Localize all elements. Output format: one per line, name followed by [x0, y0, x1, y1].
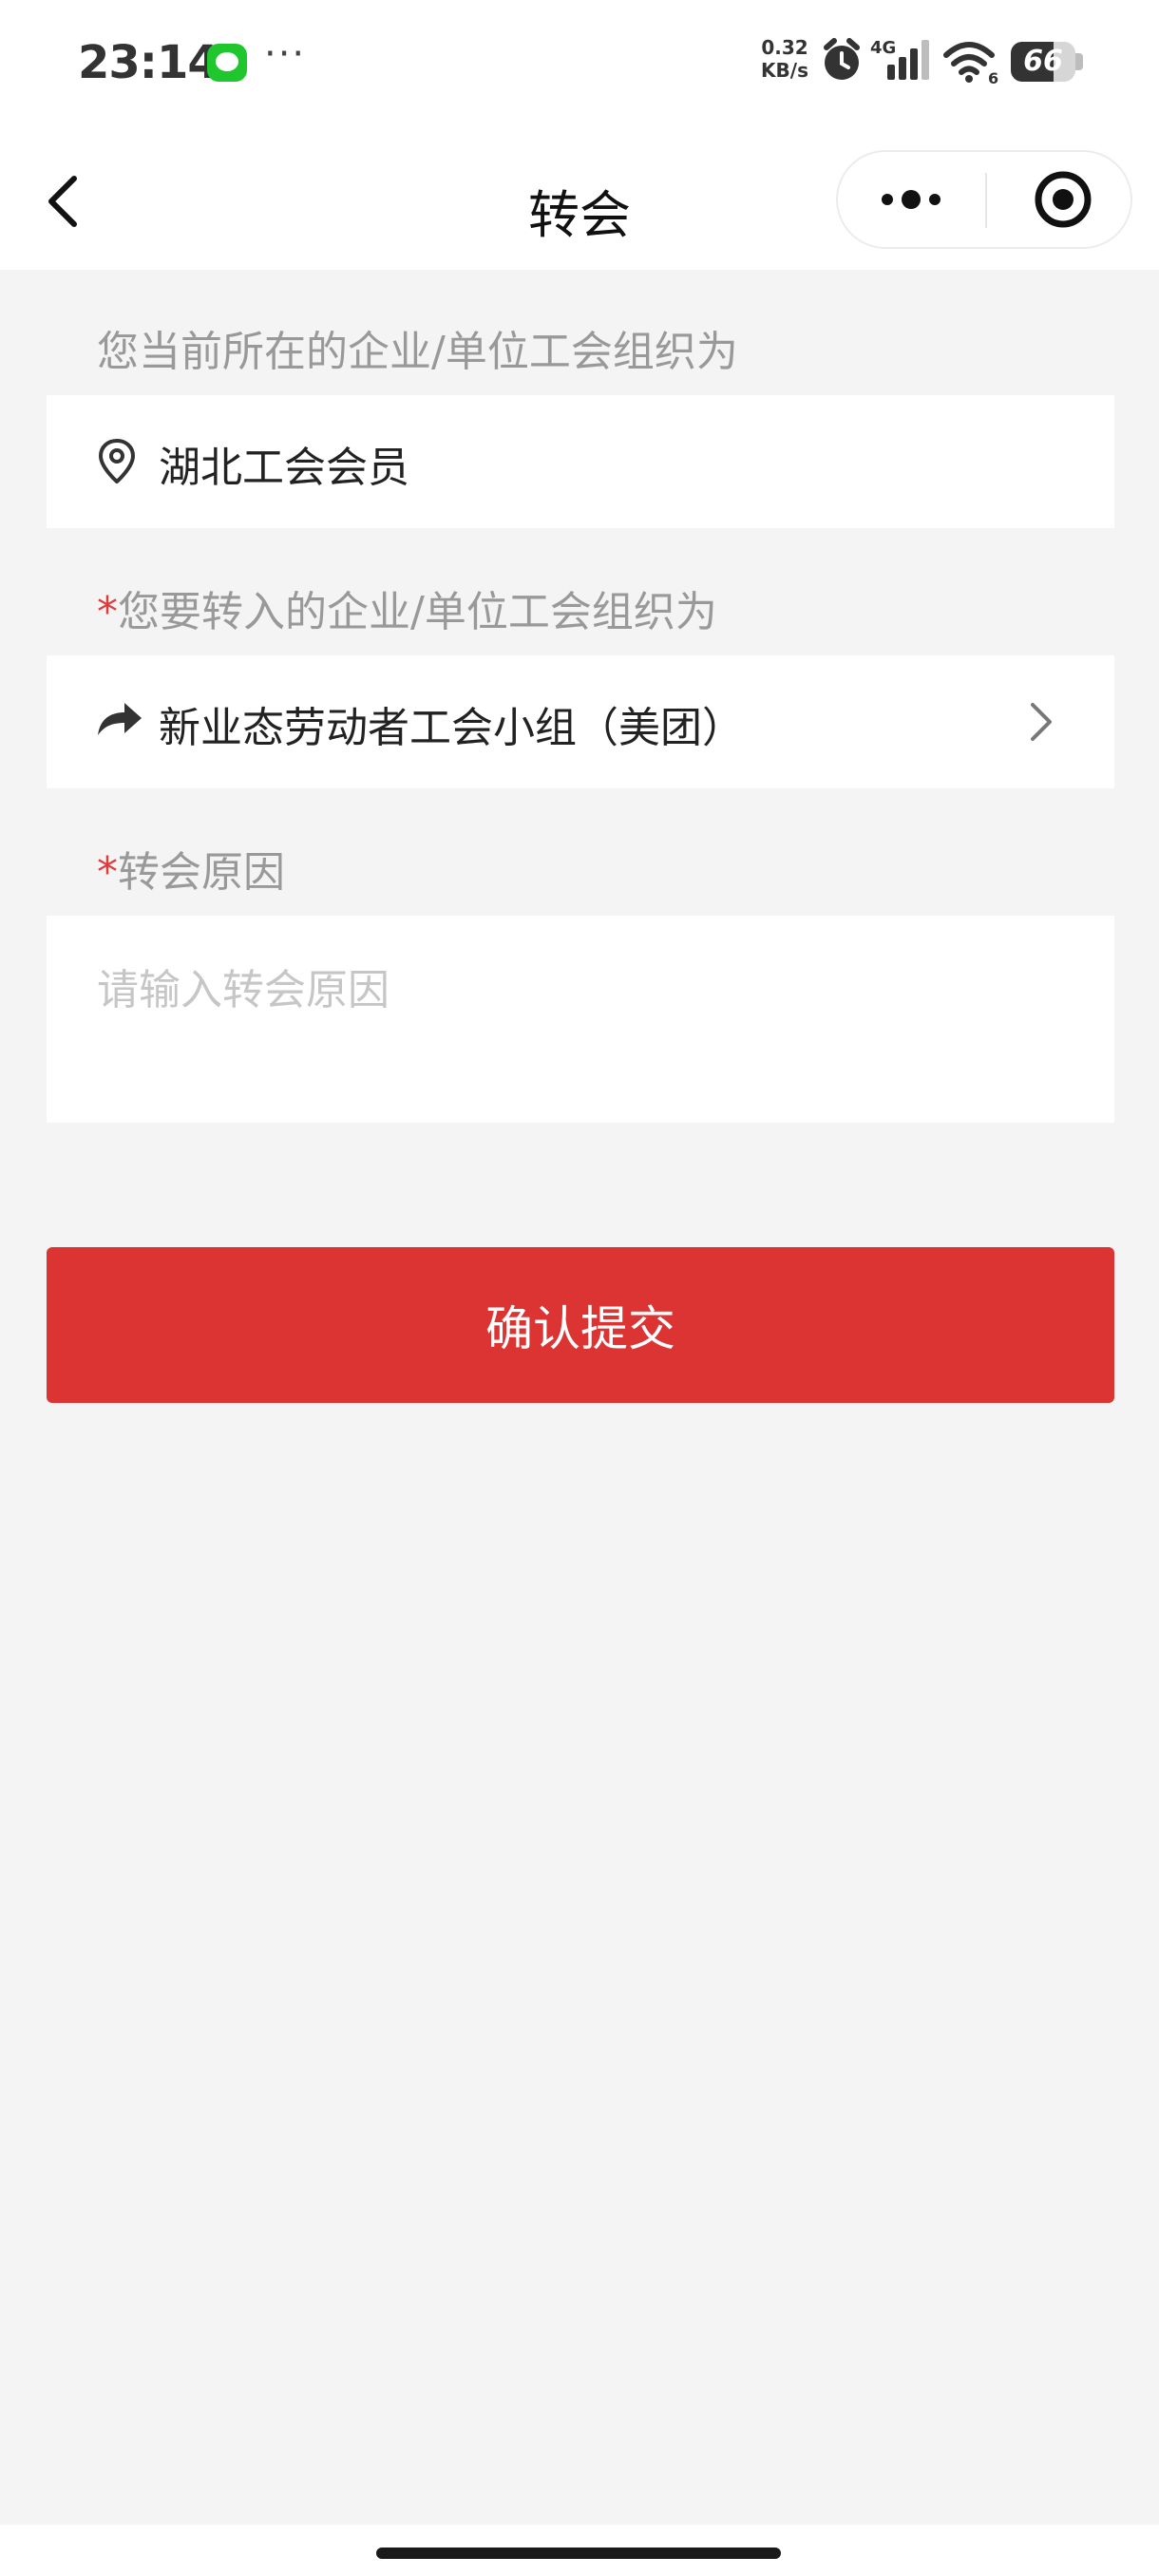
share-arrow-icon: [98, 703, 142, 735]
status-bar: 23:14 ··· 0.32 KB/s 4G 6 66: [0, 0, 1159, 133]
reason-input[interactable]: [47, 916, 1114, 1123]
message-icon: [207, 44, 247, 82]
battery-icon: 66: [1011, 42, 1083, 82]
required-mark: *: [97, 848, 118, 897]
alarm-icon: [824, 38, 860, 80]
transfer-page: 23:14 ··· 0.32 KB/s 4G 6 66 转会 您当前所在的企业/…: [0, 0, 1159, 2576]
current-org-value: 湖北工会会员: [159, 444, 409, 492]
home-indicator[interactable]: [376, 2548, 781, 2559]
mini-program-capsule: [836, 150, 1132, 249]
target-org-selector[interactable]: 新业态劳动者工会小组（美团）: [47, 655, 1114, 788]
reason-box: [47, 916, 1114, 1123]
signal-icon: 4G: [870, 38, 929, 80]
current-org-label: 您当前所在的企业/单位工会组织为: [97, 328, 738, 376]
network-speed-unit: KB/s: [761, 59, 808, 82]
required-mark: *: [97, 588, 118, 636]
status-time: 23:14: [78, 36, 219, 89]
chevron-right-icon: [1031, 703, 1052, 741]
reason-label: *转会原因: [97, 848, 285, 897]
close-mini-program-icon: [1035, 171, 1092, 228]
home-indicator-area: [0, 2525, 1159, 2576]
wifi-icon: 6: [943, 42, 998, 85]
network-speed: 0.32 KB/s: [756, 36, 813, 82]
more-icon: [882, 190, 940, 209]
current-org-row: 湖北工会会员: [47, 395, 1114, 528]
more-button[interactable]: [838, 152, 984, 247]
close-mini-program-button[interactable]: [987, 152, 1131, 247]
wifi-badge: 6: [988, 69, 998, 85]
network-speed-value: 0.32: [761, 36, 808, 59]
target-org-label: *您要转入的企业/单位工会组织为: [97, 588, 717, 636]
location-pin-icon: [99, 439, 135, 483]
nav-bar: 转会: [0, 133, 1159, 270]
notification-more: ···: [264, 32, 307, 76]
battery-level: 66: [1023, 45, 1063, 78]
submit-button[interactable]: 确认提交: [47, 1247, 1114, 1403]
network-type: 4G: [870, 38, 896, 58]
target-org-value: 新业态劳动者工会小组（美团）: [159, 704, 744, 752]
